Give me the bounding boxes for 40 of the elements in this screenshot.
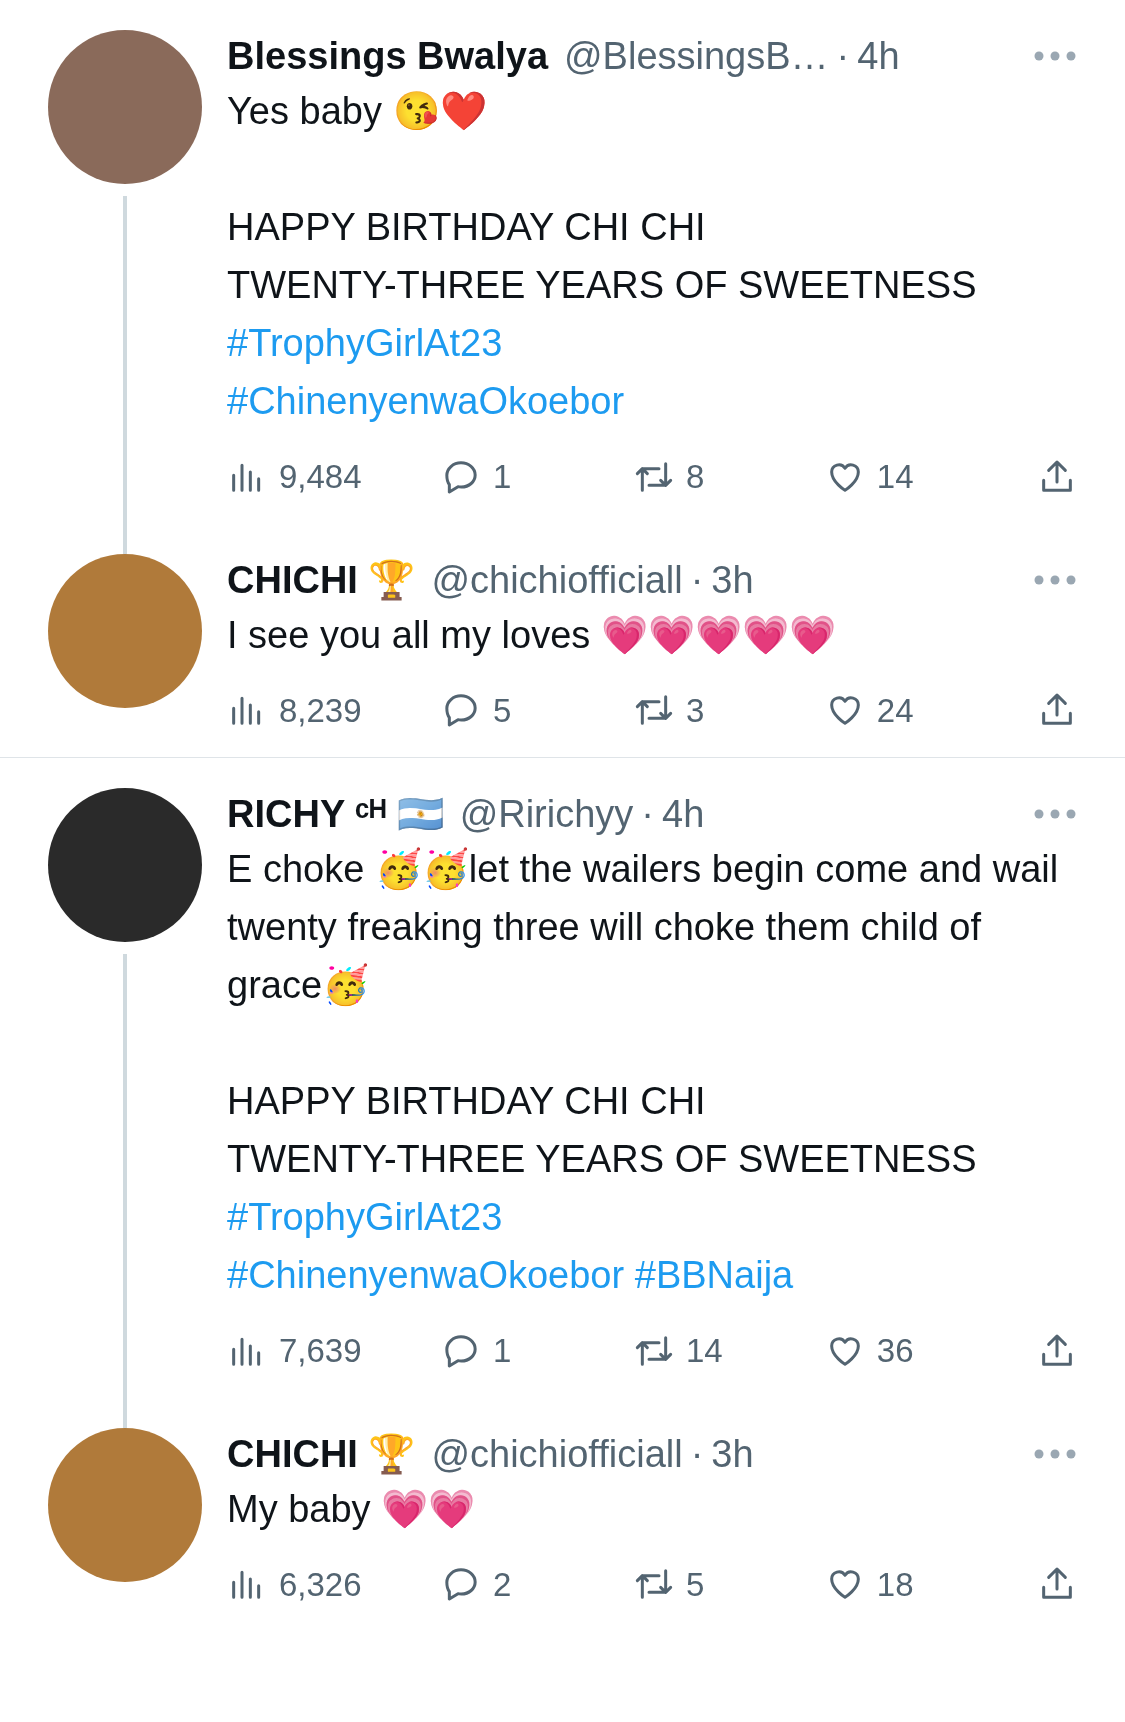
count-text: 5 <box>685 1564 705 1605</box>
separator-dot: · <box>690 1431 704 1477</box>
tweet-text: HAPPY BIRTHDAY CHI CHI <box>227 1080 706 1122</box>
count-text: 8 <box>685 457 705 497</box>
count-text: 5 <box>493 690 512 731</box>
count-text: 36 <box>876 1331 914 1371</box>
tweet-time: 3h <box>711 557 754 603</box>
count-text: 8,239 <box>279 690 362 731</box>
user-name[interactable]: CHICHI 🏆 <box>227 1427 416 1480</box>
separator-dot: · <box>641 792 654 837</box>
count-text: 18 <box>876 1564 914 1605</box>
user-handle[interactable]: @chichiofficiall <box>431 1427 683 1480</box>
count-text: 2 <box>493 1564 512 1605</box>
count-text: 14 <box>685 1331 723 1371</box>
count-text: 24 <box>876 690 914 731</box>
separator-dot: · <box>836 34 850 79</box>
user-name[interactable]: CHICHI 🏆 <box>227 553 416 606</box>
count-text: 7,639 <box>279 1331 362 1371</box>
user-handle[interactable]: @Ririchyy <box>459 788 634 840</box>
tweet-text: I see you all my loves 💗💗💗💗💗 <box>227 613 836 656</box>
user-name[interactable]: Blessings Bwalya <box>227 30 549 82</box>
count-text: 3 <box>685 690 705 731</box>
count-text: 6,326 <box>279 1564 362 1605</box>
tweet-text: E choke 🥳🥳let the wailers begin come and wail twenty freaking three will choke them child of grace🥳 <box>227 848 1059 1006</box>
tweet-text: TWENTY-THREE YEARS OF SWEETNESS <box>227 264 977 306</box>
tweet-time: 3h <box>711 1431 754 1477</box>
tweet-text: TWENTY-THREE YEARS OF SWEETNESS <box>227 1138 977 1180</box>
user-handle[interactable]: @BlessingsB… <box>564 30 829 82</box>
tweet-time: 4h <box>857 34 900 79</box>
count-text: 14 <box>876 457 914 497</box>
user-handle[interactable]: @chichiofficiall <box>431 553 683 606</box>
tweet-text: Yes baby 😘❤ <box>227 90 487 132</box>
count-text: 1 <box>493 457 512 497</box>
tweet-text: HAPPY BIRTHDAY CHI CHI <box>227 206 706 248</box>
tweet-text: My baby 💗💗 <box>227 1487 476 1530</box>
separator-dot: · <box>690 557 704 603</box>
count-text: 9,484 <box>279 457 362 497</box>
user-name[interactable]: RICHY ᶜᴴ 🇦🇷 <box>227 788 444 840</box>
count-text: 1 <box>493 1331 512 1371</box>
tweet-time: 4h <box>662 792 705 837</box>
